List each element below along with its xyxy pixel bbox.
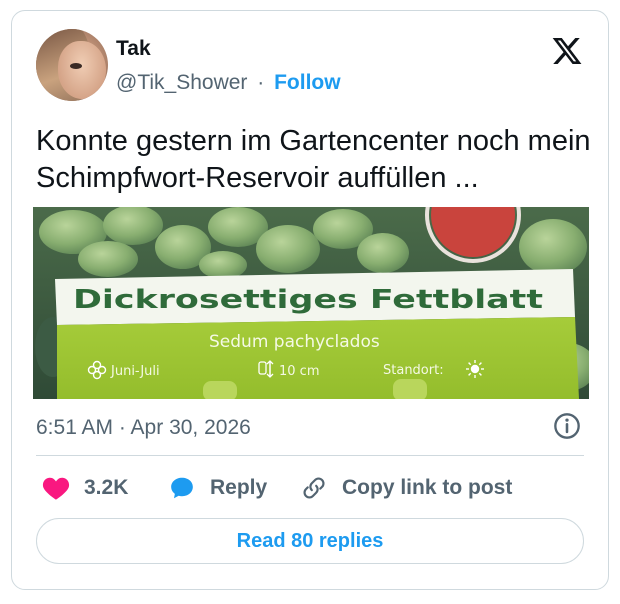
tweet-text: Konnte gestern im Gartencenter noch mein… bbox=[36, 125, 591, 194]
author-handle[interactable]: @Tik_Shower bbox=[116, 71, 247, 94]
plant-latin: Sedum pachyclados bbox=[209, 332, 380, 352]
like-button[interactable]: 3.2K bbox=[42, 473, 128, 503]
tweet-card: Tak @Tik_Shower · Follow Konnte gestern … bbox=[11, 10, 609, 590]
heart-icon bbox=[42, 477, 70, 500]
separator-dot: · bbox=[257, 71, 265, 94]
author-name[interactable]: Tak bbox=[116, 37, 151, 61]
reply-bubble-icon bbox=[171, 477, 193, 499]
bloom-period: Juni-Juli bbox=[110, 364, 160, 379]
location-label: Standort: bbox=[383, 363, 444, 378]
author-handle-row: @Tik_Shower · Follow bbox=[116, 71, 341, 95]
tweet-timestamp[interactable]: 6:51 AM · Apr 30, 2026 bbox=[36, 416, 251, 440]
reply-button[interactable]: Reply bbox=[168, 473, 267, 503]
copy-link-button[interactable]: Copy link to post bbox=[300, 473, 512, 503]
plant-height: 10 cm bbox=[279, 364, 320, 379]
tweet-image[interactable]: Dickrosettiges Fettblatt Sedum pachyclad… bbox=[33, 207, 589, 399]
copy-link-label: Copy link to post bbox=[342, 476, 513, 499]
info-icon[interactable] bbox=[553, 412, 581, 440]
follow-link[interactable]: Follow bbox=[274, 71, 341, 94]
x-logo-icon[interactable] bbox=[550, 35, 584, 67]
link-icon bbox=[303, 477, 325, 499]
plant-title: Dickrosettiges Fettblatt bbox=[73, 285, 543, 315]
avatar[interactable] bbox=[36, 29, 108, 101]
like-count: 3.2K bbox=[84, 476, 129, 499]
sun-icon bbox=[466, 360, 484, 378]
reply-label: Reply bbox=[210, 476, 268, 499]
read-replies-button[interactable]: Read 80 replies bbox=[36, 518, 584, 564]
divider bbox=[36, 455, 584, 456]
